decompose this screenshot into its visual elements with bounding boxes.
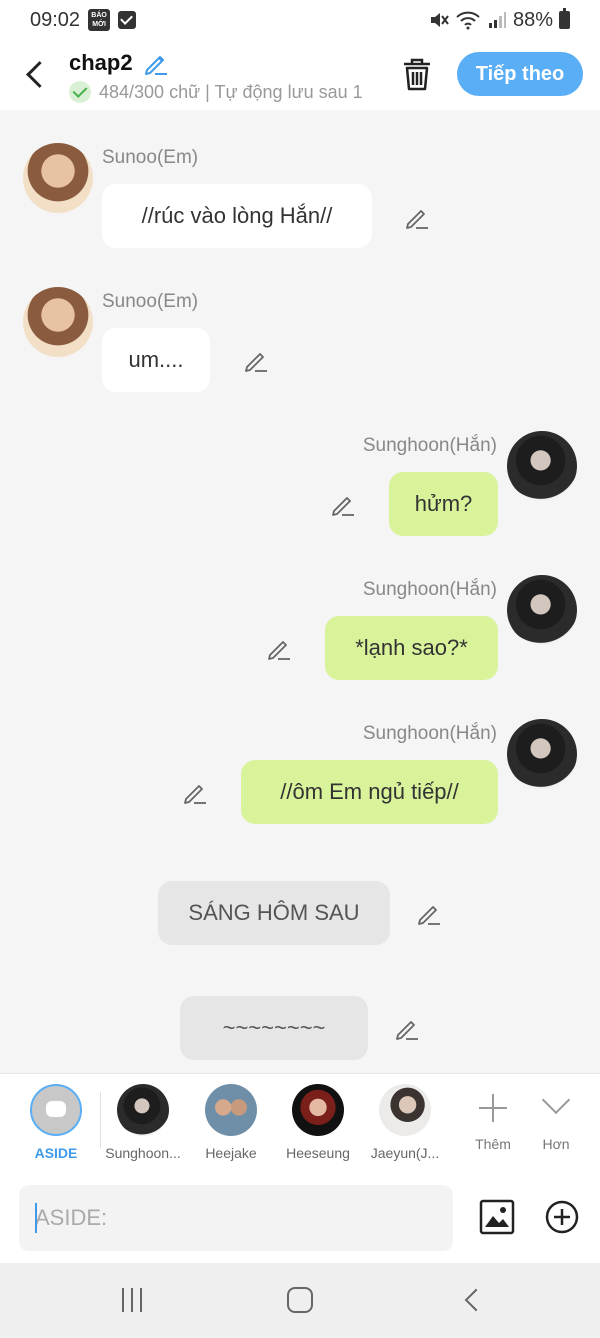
status-right-group: 88%	[429, 8, 570, 32]
status-bar: 09:02 BÁO MỚI 88%	[0, 0, 600, 40]
edit-title-pencil-icon[interactable]	[143, 50, 169, 76]
character-avatar	[205, 1084, 257, 1136]
back-nav-icon[interactable]	[460, 1287, 486, 1315]
character-avatar	[117, 1084, 169, 1136]
edit-message-pencil-icon[interactable]	[266, 635, 292, 661]
character-heejake[interactable]: Heejake	[186, 1084, 276, 1161]
character-aside[interactable]: ASIDE	[11, 1084, 101, 1161]
avatar-sunghoon[interactable]	[507, 719, 577, 789]
insert-image-icon[interactable]	[479, 1199, 515, 1235]
message-bubble[interactable]: //rúc vào lòng Hắn//	[102, 184, 372, 248]
battery-icon	[559, 8, 570, 29]
message-bubble[interactable]: *lạnh sao?*	[325, 616, 498, 680]
composer: ASIDE:	[0, 1173, 600, 1263]
wifi-icon	[456, 11, 480, 30]
character-sunghoon[interactable]: Sunghoon...	[98, 1084, 188, 1161]
edit-message-pencil-icon[interactable]	[243, 347, 269, 373]
add-circle-icon[interactable]	[544, 1199, 580, 1235]
sender-name: Sunghoon(Hắn)	[362, 579, 497, 600]
avatar-sunoo[interactable]	[23, 287, 93, 357]
character-name: Jaeyun(J...	[370, 1145, 440, 1161]
message-list[interactable]: Sunoo(Em) //rúc vào lòng Hắn// Sunoo(Em)…	[0, 110, 600, 1073]
character-avatar	[379, 1084, 431, 1136]
news-app-icon: BÁO MỚI	[88, 9, 111, 31]
character-jaeyun[interactable]: Jaeyun(J...	[360, 1084, 450, 1161]
add-character-button[interactable]: Thêm	[463, 1088, 523, 1152]
character-avatar	[292, 1084, 344, 1136]
message-bubble[interactable]: //ôm Em ngủ tiếp//	[241, 760, 498, 824]
edit-message-pencil-icon[interactable]	[416, 900, 442, 926]
character-name: ASIDE	[34, 1145, 78, 1161]
avatar-sunghoon[interactable]	[507, 575, 577, 645]
character-name: Heejake	[205, 1145, 257, 1161]
editor-header: chap2 484/300 chữ | Tự động lưu sau 1 Ti…	[0, 40, 600, 110]
plus-icon	[473, 1088, 513, 1128]
add-label: Thêm	[475, 1136, 511, 1152]
checkbox-notification-icon	[118, 11, 137, 29]
edit-message-pencil-icon[interactable]	[182, 779, 208, 805]
more-label: Hơn	[542, 1136, 570, 1152]
aside-icon	[30, 1084, 82, 1136]
subtitle-text: 484/300 chữ | Tự động lưu sau 1	[99, 81, 363, 102]
aside-bubble[interactable]: ~~~~~~~~	[180, 996, 368, 1060]
status-time: 09:02	[30, 8, 81, 31]
more-button[interactable]: Hơn	[526, 1088, 586, 1152]
character-name: Heeseung	[286, 1145, 350, 1161]
edit-message-pencil-icon[interactable]	[404, 204, 430, 230]
mute-icon	[430, 13, 449, 27]
chevron-down-icon	[536, 1088, 576, 1128]
sender-name: Sunoo(Em)	[102, 291, 199, 312]
edit-message-pencil-icon[interactable]	[330, 491, 356, 517]
edit-message-pencil-icon[interactable]	[394, 1015, 420, 1041]
home-icon[interactable]	[287, 1287, 313, 1313]
sender-name: Sunghoon(Hắn)	[362, 723, 497, 744]
system-nav-bar	[0, 1263, 600, 1338]
next-button[interactable]: Tiếp theo	[457, 52, 583, 96]
signal-icon	[488, 12, 506, 28]
message-bubble[interactable]: hửm?	[389, 472, 498, 536]
chapter-title: chap2	[69, 50, 133, 75]
character-heeseung[interactable]: Heeseung	[273, 1084, 363, 1161]
avatar-sunoo[interactable]	[23, 143, 93, 213]
sender-name: Sunghoon(Hắn)	[362, 435, 497, 456]
back-button[interactable]	[18, 54, 52, 94]
word-count-autosave: 484/300 chữ | Tự động lưu sau 1	[69, 80, 379, 104]
battery-percent: 88%	[512, 8, 553, 31]
check-icon	[69, 81, 91, 103]
recent-apps-icon[interactable]	[120, 1288, 146, 1314]
aside-bubble[interactable]: SÁNG HÔM SAU	[158, 881, 390, 945]
character-name: Sunghoon...	[105, 1145, 181, 1161]
character-selector: ASIDE Sunghoon... Heejake Heeseung Jaeyu…	[0, 1073, 600, 1173]
message-input[interactable]: ASIDE:	[19, 1185, 453, 1251]
message-bubble[interactable]: um....	[102, 328, 210, 392]
sender-name: Sunoo(Em)	[102, 147, 199, 168]
avatar-sunghoon[interactable]	[507, 431, 577, 501]
delete-trash-icon[interactable]	[400, 56, 434, 92]
